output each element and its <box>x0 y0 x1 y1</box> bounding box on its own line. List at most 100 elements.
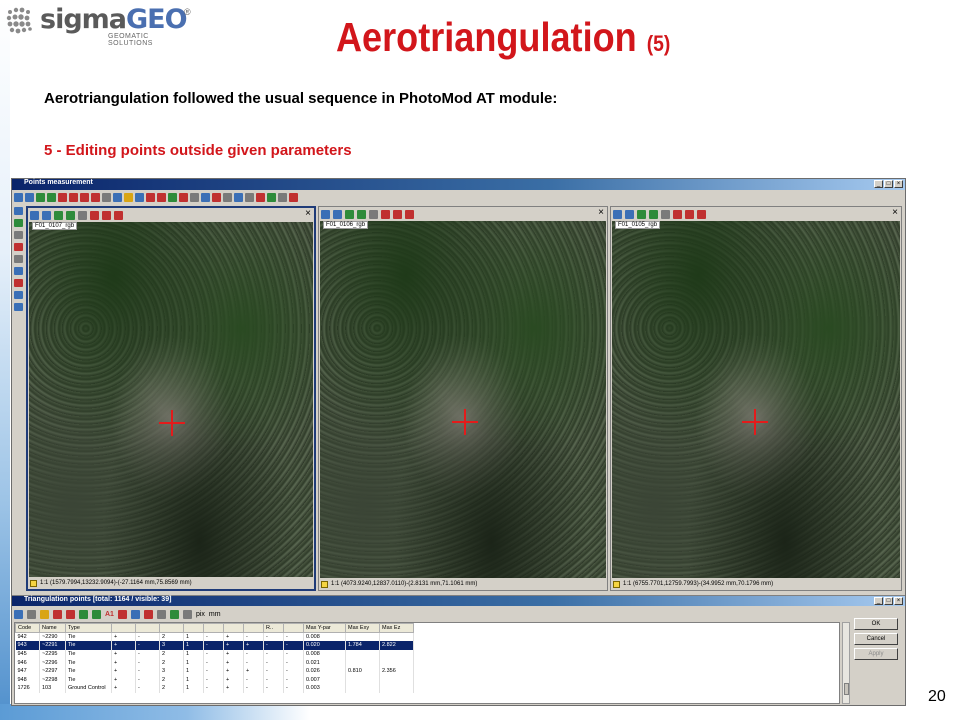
tool-text-icon[interactable] <box>14 255 23 263</box>
find-icon[interactable] <box>40 609 49 619</box>
l-icon[interactable] <box>697 209 706 219</box>
tool-marker-icon[interactable] <box>14 279 23 287</box>
fit-icon[interactable] <box>36 193 45 202</box>
tool-select-icon[interactable] <box>14 231 23 239</box>
arrow-left-icon[interactable] <box>58 193 67 202</box>
l-icon[interactable] <box>405 209 414 219</box>
settings-icon[interactable] <box>156 609 166 619</box>
close-button[interactable]: × <box>894 597 903 605</box>
column-header-max-ez[interactable]: Max Ez <box>379 623 414 633</box>
aerial-image[interactable] <box>320 221 606 578</box>
apply-button[interactable]: Apply <box>854 648 898 660</box>
report-icon[interactable] <box>143 609 153 619</box>
table-row[interactable]: 946 ~2296 Tie + -2 1- + - - -0.021 <box>15 658 414 667</box>
measure-icon[interactable] <box>102 210 111 220</box>
tool-stack-icon[interactable] <box>14 291 23 299</box>
close-button[interactable]: × <box>894 180 903 188</box>
aerial-image[interactable] <box>29 222 313 577</box>
table-row[interactable]: 947 ~2297 Tie + -3 1- + + - -0.026 0.810 2.356 <box>15 666 414 676</box>
list-icon[interactable] <box>245 193 254 202</box>
maximize-button[interactable]: □ <box>884 180 893 188</box>
pan-icon[interactable] <box>357 209 366 219</box>
aerial-image[interactable] <box>612 221 900 578</box>
tool-copy-icon[interactable] <box>14 303 23 311</box>
accept-icon[interactable] <box>168 193 177 202</box>
pan-icon[interactable] <box>649 209 658 219</box>
grid-icon[interactable] <box>182 609 192 619</box>
units-pix[interactable]: pix <box>196 611 205 618</box>
image-pane-3[interactable]: × F01_0105_rgb 1:1 (6755.7701,12759.7993… <box>610 206 902 591</box>
arrow-right-icon[interactable] <box>69 193 78 202</box>
report-icon[interactable] <box>256 193 265 202</box>
column-header-name[interactable]: Name <box>39 623 66 633</box>
correlate-icon[interactable] <box>190 193 199 202</box>
zoom-in-icon[interactable] <box>613 209 622 219</box>
check-icon[interactable] <box>92 609 101 619</box>
settings-icon[interactable] <box>201 193 210 202</box>
tool-move-icon[interactable] <box>14 219 23 227</box>
list-icon[interactable] <box>14 609 23 619</box>
cancel-button[interactable]: Cancel <box>854 633 898 645</box>
zoom-out-icon[interactable] <box>333 209 342 219</box>
zoom-out-icon[interactable] <box>25 193 34 202</box>
zoom-in-icon[interactable] <box>14 193 23 202</box>
column-header-grid-icon[interactable] <box>183 623 204 633</box>
tool-layers-icon[interactable] <box>14 267 23 275</box>
filter-icon[interactable] <box>130 609 140 619</box>
column-header-link-icon[interactable] <box>243 623 264 633</box>
add-point-icon[interactable] <box>90 210 99 220</box>
tool-zoom-icon[interactable] <box>14 207 23 215</box>
column-header-code[interactable]: Code <box>15 623 40 633</box>
add-point-icon[interactable] <box>146 193 155 202</box>
delete-icon[interactable] <box>179 193 188 202</box>
funnel-icon[interactable] <box>169 609 179 619</box>
column-header-type[interactable]: Type <box>65 623 112 633</box>
delete-icon[interactable] <box>53 609 62 619</box>
column-header-images-icon[interactable] <box>159 623 184 633</box>
arrow-up-icon[interactable] <box>80 193 89 202</box>
save-icon[interactable] <box>135 193 144 202</box>
measure-icon[interactable] <box>685 209 694 219</box>
image-pane-2[interactable]: × F01_0106_rgb 1:1 (4073.9240,12837.0110… <box>318 206 608 591</box>
check-icon[interactable] <box>267 193 276 202</box>
maximize-button[interactable]: □ <box>884 597 893 605</box>
marker-icon[interactable] <box>117 609 127 619</box>
column-header-flag-icon[interactable] <box>135 623 160 633</box>
pane-close-icon[interactable]: × <box>305 209 311 219</box>
add-point-icon[interactable] <box>673 209 682 219</box>
marker-icon[interactable] <box>212 193 221 202</box>
filter-icon[interactable] <box>278 193 287 202</box>
layout-icon[interactable] <box>113 193 122 202</box>
column-header-max-exy[interactable]: Max Exy <box>345 623 380 633</box>
l-icon[interactable] <box>289 193 298 202</box>
column-header-max-y-par[interactable]: Max Y-par <box>303 623 346 633</box>
folder-icon[interactable] <box>124 193 133 202</box>
minimize-button[interactable]: _ <box>874 597 883 605</box>
l-icon[interactable] <box>114 210 123 220</box>
zoom-out-icon[interactable] <box>42 210 51 220</box>
fit-icon[interactable] <box>637 209 646 219</box>
zoom-in-icon[interactable] <box>321 209 330 219</box>
grid-icon[interactable] <box>369 209 378 219</box>
column-header-check-icon[interactable] <box>111 623 136 633</box>
grid-icon[interactable] <box>102 193 111 202</box>
window-icon[interactable] <box>223 193 232 202</box>
table-icon[interactable] <box>234 193 243 202</box>
table-row[interactable]: 945 ~2295 Tie + -2 1- + - - -0.008 <box>15 649 414 659</box>
column-header-extra[interactable] <box>283 623 304 633</box>
column-header-d-icon[interactable] <box>203 623 224 633</box>
copy-icon[interactable] <box>27 609 36 619</box>
column-header-r-icon[interactable]: R.. <box>263 623 284 633</box>
image-pane-1[interactable]: × F01_0107_rgb 1:1 (1579.7994,13232.9094… <box>26 206 316 591</box>
ok-button[interactable]: OK <box>854 618 898 630</box>
remove-icon[interactable] <box>66 609 75 619</box>
pane-close-icon[interactable]: × <box>598 208 604 218</box>
pane-close-icon[interactable]: × <box>892 208 898 218</box>
tool-point-icon[interactable] <box>14 243 23 251</box>
column-header-square-icon[interactable] <box>223 623 244 633</box>
zoom-in-icon[interactable] <box>30 210 39 220</box>
table-row[interactable]: 948 ~2298 Tie + -2 1- + - - -0.007 <box>15 675 414 685</box>
pan-icon[interactable] <box>47 193 56 202</box>
measure-icon[interactable] <box>157 193 166 202</box>
table-row[interactable]: 942 ~2290 Tie + -2 1- + - - -0.008 <box>15 632 414 642</box>
